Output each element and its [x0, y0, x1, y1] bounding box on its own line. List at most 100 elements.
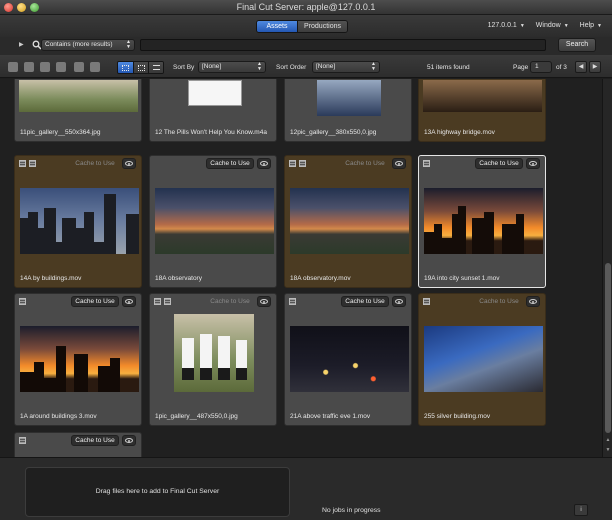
cache-to-use-button[interactable]: Cache to Use: [206, 296, 254, 307]
film-icon: [29, 160, 36, 167]
menu-window[interactable]: Window ▼: [536, 22, 569, 29]
preview-button[interactable]: [392, 296, 406, 307]
tab-assets[interactable]: Assets: [257, 21, 297, 32]
upload-icon[interactable]: [8, 62, 18, 72]
asset-thumbnail: [424, 326, 543, 392]
list-view-button[interactable]: [148, 62, 163, 73]
asset-thumbnail: [174, 314, 254, 392]
asset-name: 18A observatory.mov: [290, 275, 351, 282]
page-number-field[interactable]: 1: [530, 61, 552, 73]
preview-button[interactable]: [392, 158, 406, 169]
preview-button[interactable]: [122, 296, 136, 307]
card-type-icons: [19, 298, 26, 305]
main-toolbar: Assets Productions 127.0.0.1 ▼ Window ▼ He…: [0, 15, 612, 37]
select-arrows-icon: ▲ ▼: [126, 39, 131, 50]
cache-to-use-button[interactable]: Cache to Use: [71, 158, 119, 169]
asset-name: 13A highway bridge.mov: [424, 129, 495, 136]
chevron-down-icon: ▼: [597, 23, 602, 29]
small-thumbnail-view-button[interactable]: [133, 62, 148, 73]
scrollbar-thumb[interactable]: [605, 263, 611, 433]
asset-name: 18A observatory: [155, 275, 202, 282]
lock-icon[interactable]: [24, 62, 34, 72]
eye-icon: [260, 161, 268, 166]
page-total: of 3: [556, 64, 567, 71]
card-type-icons: [154, 298, 171, 305]
cache-to-use-button[interactable]: Cache to Use: [341, 296, 389, 307]
scroll-down-arrow-icon[interactable]: ▼: [605, 447, 611, 453]
preview-button[interactable]: [122, 435, 136, 446]
search-input[interactable]: [140, 39, 546, 51]
asset-card[interactable]: 12pic_gallery__380x550,0.jpg: [284, 79, 412, 142]
preview-button[interactable]: [257, 296, 271, 307]
film-icon[interactable]: [56, 62, 66, 72]
disclosure-triangle-icon[interactable]: ▶: [19, 41, 24, 48]
card-toolbar: Cache to Use: [285, 158, 411, 170]
asset-card[interactable]: Cache to Use 1pic_gallery__487x550,0.jpg: [149, 293, 277, 426]
menu-help[interactable]: Help ▼: [580, 22, 602, 29]
eye-icon: [529, 299, 537, 304]
scroll-up-arrow-icon[interactable]: ▲: [605, 437, 611, 443]
asset-card[interactable]: Cache to Use 14A by buildings.mov: [14, 155, 142, 288]
previous-page-button[interactable]: ◀: [575, 61, 587, 73]
title-bar: Final Cut Server: apple@127.0.0.1: [0, 0, 612, 15]
cache-to-use-button[interactable]: Cache to Use: [341, 158, 389, 169]
preview-button[interactable]: [526, 158, 540, 169]
eye-icon: [395, 299, 403, 304]
asset-thumbnail: [424, 188, 543, 254]
thumbnail-view-button[interactable]: [118, 62, 133, 73]
card-type-icons: [289, 298, 296, 305]
film-icon: [289, 160, 296, 167]
small-grid-icon: [137, 64, 145, 71]
card-type-icons: [19, 160, 36, 167]
edit-icon[interactable]: [74, 62, 84, 72]
preview-button[interactable]: [526, 296, 540, 307]
sort-order-select[interactable]: [None] ▲ ▼: [312, 61, 380, 73]
preview-button[interactable]: [257, 158, 271, 169]
clip-icon[interactable]: [90, 62, 100, 72]
asset-name: 12 The Pills Won't Help You Know.m4a: [155, 129, 267, 136]
tab-productions[interactable]: Productions: [297, 21, 347, 32]
chevron-down-icon: ▼: [519, 23, 525, 29]
film-icon: [299, 160, 306, 167]
asset-thumbnail: [290, 326, 409, 392]
preview-button[interactable]: [122, 158, 136, 169]
asset-card[interactable]: 12 The Pills Won't Help You Know.m4a: [149, 79, 277, 142]
asset-card[interactable]: Cache to Use 21A above traffic eve 1.mov: [284, 293, 412, 426]
cache-to-use-button[interactable]: Cache to Use: [475, 296, 523, 307]
asset-card[interactable]: 11pic_gallery__550x364.jpg: [14, 79, 142, 142]
sort-by-select[interactable]: [None] ▲ ▼: [198, 61, 266, 73]
asset-thumbnail: [20, 188, 139, 254]
search-scope-select[interactable]: Contains (more results) ▲ ▼: [41, 39, 135, 51]
asset-card[interactable]: 13A highway bridge.mov: [418, 79, 546, 142]
asset-card[interactable]: Cache to Use: [14, 432, 142, 457]
asset-name: 12pic_gallery__380x550,0.jpg: [290, 129, 377, 136]
search-button[interactable]: Search: [558, 38, 596, 52]
cache-to-use-button[interactable]: Cache to Use: [71, 435, 119, 446]
image-icon: [154, 298, 161, 305]
asset-toolbar: Sort By [None] ▲ ▼ Sort Order [None] ▲ ▼ 5…: [0, 55, 612, 78]
menu-server[interactable]: 127.0.0.1 ▼: [488, 22, 525, 29]
asset-card[interactable]: Cache to Use 1A around buildings 3.mov: [14, 293, 142, 426]
cache-to-use-button[interactable]: Cache to Use: [475, 158, 523, 169]
search-scope-value: Contains (more results): [45, 41, 113, 48]
grid-scrollbar[interactable]: ▲ ▼: [602, 79, 612, 457]
unlock-icon[interactable]: [40, 62, 50, 72]
jobs-status: No jobs in progress: [322, 507, 381, 514]
sort-by-value: [None]: [202, 63, 222, 70]
menu-bar: 127.0.0.1 ▼ Window ▼ Help ▼: [488, 22, 602, 29]
info-button[interactable]: i: [574, 504, 588, 516]
cache-to-use-button[interactable]: Cache to Use: [206, 158, 254, 169]
drop-zone[interactable]: Drag files here to add to Final Cut Serv…: [25, 467, 290, 517]
asset-card[interactable]: Cache to Use 255 silver building.mov: [418, 293, 546, 426]
card-toolbar: Cache to Use: [15, 158, 141, 170]
next-page-button[interactable]: ▶: [589, 61, 601, 73]
view-tabs: Assets Productions: [256, 20, 348, 33]
eye-icon: [125, 299, 133, 304]
card-toolbar: Cache to Use: [15, 296, 141, 308]
asset-card[interactable]: Cache to Use 18A observatory: [149, 155, 277, 288]
arrow-right-icon: ▶: [592, 64, 598, 70]
asset-card-selected[interactable]: Cache to Use 19A into city sunset 1.mov: [418, 155, 546, 288]
asset-card[interactable]: Cache to Use 18A observatory.mov: [284, 155, 412, 288]
asset-name: 255 silver building.mov: [424, 413, 491, 420]
cache-to-use-button[interactable]: Cache to Use: [71, 296, 119, 307]
